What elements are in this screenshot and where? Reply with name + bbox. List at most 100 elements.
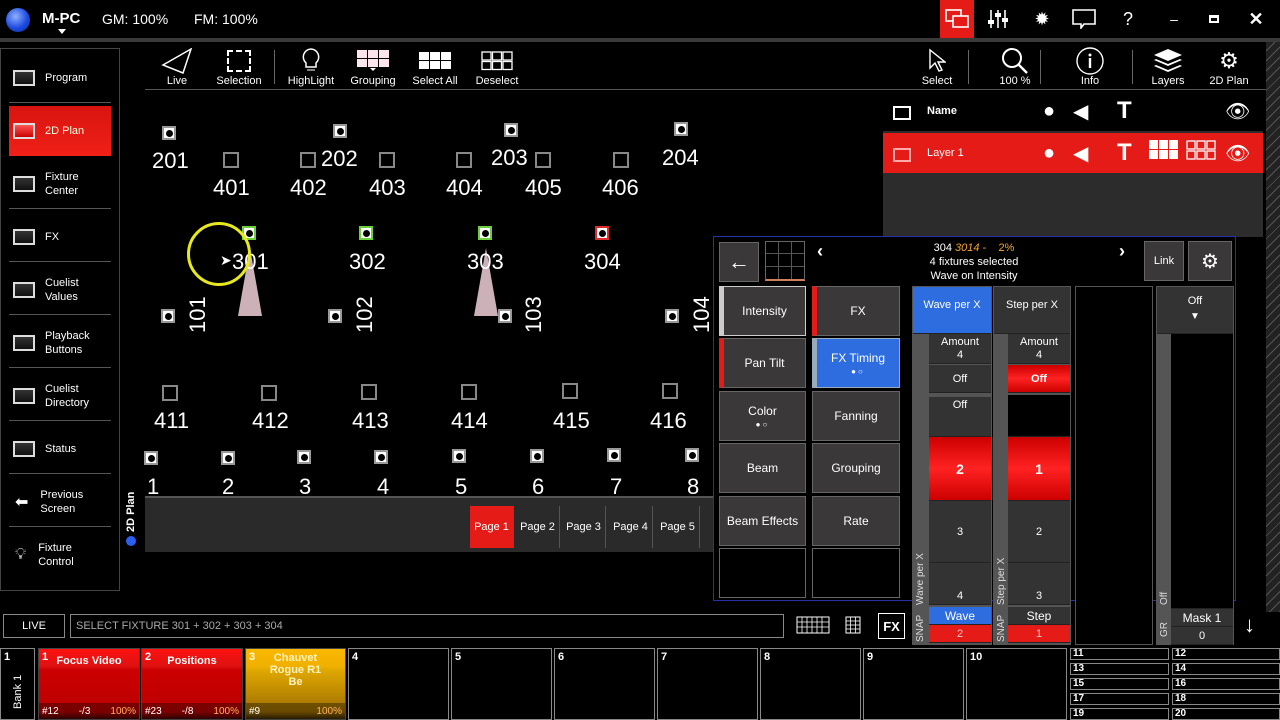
- playback-8[interactable]: 8: [760, 648, 861, 720]
- highlight-button[interactable]: HighLight: [283, 42, 339, 90]
- wave-per-x-header[interactable]: Wave per X: [913, 287, 991, 334]
- layers-button[interactable]: Layers: [1148, 42, 1188, 90]
- fixture-102[interactable]: [328, 309, 342, 323]
- step-option[interactable]: 2: [1008, 501, 1070, 563]
- sidebar-item-cuelist-values[interactable]: Cuelist Values: [9, 265, 111, 315]
- mask-value[interactable]: 0: [1171, 627, 1233, 645]
- sidebar-item-status[interactable]: Status: [9, 424, 111, 474]
- eye-icon[interactable]: 👁︎: [1225, 141, 1250, 166]
- step-option[interactable]: [1008, 395, 1070, 437]
- fixture-1[interactable]: [144, 451, 158, 465]
- deselect-button[interactable]: Deselect: [469, 42, 525, 90]
- fixture-104[interactable]: [665, 309, 679, 323]
- page-5-button[interactable]: Page 5: [656, 506, 700, 548]
- step-option-selected[interactable]: 1: [1008, 437, 1070, 501]
- fixture-414[interactable]: [461, 384, 477, 400]
- lightbulb-icon[interactable]: ●: [1043, 100, 1055, 123]
- playback-16[interactable]: 16: [1172, 678, 1280, 690]
- fixture-404[interactable]: [456, 152, 472, 168]
- wave-amount[interactable]: Amount 4: [929, 334, 991, 364]
- fixture-204[interactable]: [674, 122, 688, 136]
- fixture-302[interactable]: [359, 226, 373, 240]
- selection-button[interactable]: Selection: [213, 42, 265, 90]
- playback-19[interactable]: 19: [1070, 708, 1169, 720]
- sidebar-item-playback-buttons[interactable]: Playback Buttons: [9, 318, 111, 368]
- fixture-412[interactable]: [261, 385, 277, 401]
- sun-icon[interactable]: ✹: [1026, 0, 1058, 38]
- fixture-304[interactable]: [595, 226, 609, 240]
- fixture-6[interactable]: [530, 449, 544, 463]
- fx-button[interactable]: FX: [812, 286, 900, 336]
- wave-mode[interactable]: Wave: [929, 607, 991, 625]
- playback-15[interactable]: 15: [1070, 678, 1169, 690]
- prev-icon[interactable]: ‹: [817, 241, 823, 262]
- grid-filled-icon[interactable]: [1149, 140, 1179, 166]
- fixture-8[interactable]: [685, 448, 699, 462]
- fixture-406[interactable]: [613, 152, 629, 168]
- playback-18[interactable]: 18: [1172, 693, 1280, 705]
- grid-outline-icon[interactable]: [1186, 140, 1216, 166]
- fixture-4[interactable]: [374, 450, 388, 464]
- text-icon[interactable]: T: [1117, 139, 1132, 167]
- fixture-202[interactable]: [333, 124, 347, 138]
- step-mode[interactable]: Step: [1008, 607, 1070, 625]
- fixture-402[interactable]: [300, 152, 316, 168]
- fixture-416[interactable]: [662, 383, 678, 399]
- playback-2[interactable]: 2 Positions #23 -/8 100%: [141, 648, 243, 720]
- maximize-icon[interactable]: [1198, 0, 1230, 38]
- pan-tilt-button[interactable]: Pan Tilt: [719, 338, 806, 388]
- color-button[interactable]: Color ●○: [719, 391, 806, 441]
- faders-icon[interactable]: [982, 0, 1014, 38]
- live-button[interactable]: Live: [157, 42, 197, 90]
- sidebar-item-cuelist-directory[interactable]: Cuelist Directory: [9, 371, 111, 421]
- beam-effects-button[interactable]: Beam Effects: [719, 496, 806, 546]
- sidebar-item-program[interactable]: Program: [9, 53, 111, 103]
- playback-5[interactable]: 5: [451, 648, 552, 720]
- close-icon[interactable]: ✕: [1240, 0, 1272, 38]
- fixture-403[interactable]: [379, 152, 395, 168]
- chat-icon[interactable]: [1068, 0, 1100, 38]
- wave-option[interactable]: 3: [929, 501, 991, 563]
- fixture-7[interactable]: [607, 448, 621, 462]
- playback-14[interactable]: 14: [1172, 663, 1280, 675]
- help-icon[interactable]: ?: [1112, 0, 1144, 38]
- lightbulb-icon[interactable]: ●: [1043, 142, 1055, 165]
- mask-label[interactable]: Mask 1: [1171, 609, 1233, 627]
- page-2-button[interactable]: Page 2: [516, 506, 560, 548]
- live-mode-button[interactable]: LIVE: [3, 614, 65, 638]
- 2d-plan-tab[interactable]: 2D Plan: [120, 480, 142, 550]
- wave-option-selected[interactable]: 2: [929, 437, 991, 501]
- fixture-2[interactable]: [221, 451, 235, 465]
- step-off-button[interactable]: Off: [1008, 365, 1070, 393]
- fixture-101[interactable]: [161, 309, 175, 323]
- keyboard-icon[interactable]: [796, 616, 830, 637]
- beam-icon[interactable]: ◀: [1073, 141, 1088, 166]
- playback-7[interactable]: 7: [657, 648, 758, 720]
- fixture-415[interactable]: [562, 383, 578, 399]
- playback-10[interactable]: 10: [966, 648, 1067, 720]
- playback-12[interactable]: 12: [1172, 648, 1280, 660]
- fixture-303[interactable]: [478, 226, 492, 240]
- beam-icon[interactable]: ◀: [1073, 99, 1088, 124]
- page-3-button[interactable]: Page 3: [562, 506, 606, 548]
- playback-9[interactable]: 9: [863, 648, 964, 720]
- playback-20[interactable]: 20: [1172, 708, 1280, 720]
- group-dropdown[interactable]: Off ▼: [1157, 287, 1233, 334]
- fixture-103[interactable]: [498, 309, 512, 323]
- step-value[interactable]: 1: [1008, 625, 1070, 643]
- link-button[interactable]: Link: [1144, 241, 1184, 281]
- intensity-button[interactable]: Intensity: [719, 286, 806, 336]
- sidebar-item-previous-screen[interactable]: ⬅ Previous Screen: [9, 477, 111, 527]
- eye-icon[interactable]: 👁︎: [1225, 99, 1250, 124]
- beam-button[interactable]: Beam: [719, 443, 806, 493]
- wave-off-button[interactable]: Off: [929, 365, 991, 393]
- command-input[interactable]: [70, 614, 784, 638]
- select-all-button[interactable]: Select All: [407, 42, 463, 90]
- empty-button[interactable]: [719, 548, 806, 598]
- sidebar-item-fixture-center[interactable]: Fixture Center: [9, 159, 111, 209]
- fixture-3[interactable]: [297, 450, 311, 464]
- step-option[interactable]: 3: [1008, 563, 1070, 605]
- empty-button[interactable]: [812, 548, 900, 598]
- windows-icon[interactable]: [940, 0, 974, 38]
- select-button[interactable]: Select: [917, 42, 957, 90]
